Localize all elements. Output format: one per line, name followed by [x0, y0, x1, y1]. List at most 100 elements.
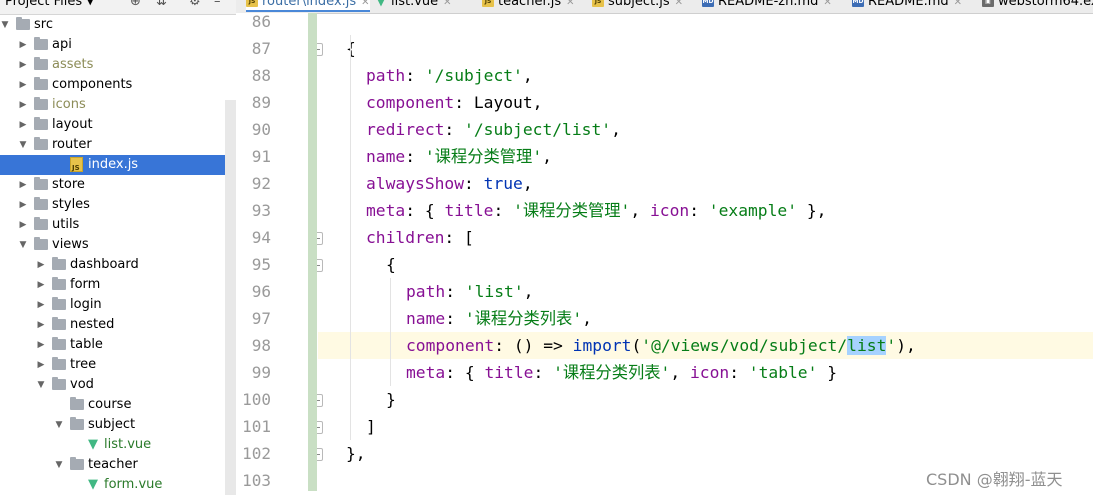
code-content: } [386, 386, 396, 413]
chevron-right-icon[interactable]: ▶ [18, 215, 28, 235]
chevron-down-icon[interactable]: ▼ [86, 0, 94, 7]
chevron-right-icon[interactable]: ▶ [36, 315, 46, 335]
code-token: : [405, 66, 425, 85]
tree-item-list-vue[interactable]: ▼ list.vue [0, 435, 236, 455]
chevron-right-icon[interactable]: ▶ [36, 355, 46, 375]
code-token: icon [689, 363, 730, 382]
tree-item-course[interactable]: course [0, 395, 236, 415]
code-token: '课程分类管理' [513, 201, 631, 220]
close-icon[interactable]: ✕ [954, 0, 962, 8]
code-token: component [366, 93, 455, 112]
code-line[interactable]: meta: { title: '课程分类管理', icon: 'example'… [318, 197, 1093, 224]
chevron-right-icon[interactable]: ▶ [18, 55, 28, 75]
code-line[interactable]: path: 'list', [318, 278, 1093, 305]
tree-item-label: styles [52, 197, 90, 212]
code-line[interactable]: children: [ [318, 224, 1093, 251]
tree-item-form[interactable]: ▶ form [0, 275, 236, 295]
project-tree: ▼ src ▶ api ▶ assets ▶ components ▶ icons ▶ layout ▼… [0, 15, 236, 495]
tree-item-form-vue[interactable]: ▼ form.vue [0, 475, 236, 495]
code-line[interactable]: { [318, 251, 1093, 278]
code-line[interactable]: { [318, 35, 1093, 62]
code-line[interactable]: component: Layout, [318, 89, 1093, 116]
tree-item-store[interactable]: ▶ store [0, 175, 236, 195]
code-line[interactable]: } [318, 386, 1093, 413]
close-icon[interactable]: ✕ [443, 0, 451, 8]
code-content: redirect: '/subject/list', [366, 116, 621, 143]
tree-item-icons[interactable]: ▶ icons [0, 95, 236, 115]
tree-item-views[interactable]: ▼ views [0, 235, 236, 255]
tree-item-nested[interactable]: ▶ nested [0, 315, 236, 335]
chevron-right-icon[interactable]: ▶ [36, 295, 46, 315]
code-editor[interactable]: {path: '/subject',component: Layout,redi… [318, 13, 1093, 495]
locate-icon[interactable]: ⊕ [130, 0, 141, 9]
code-line[interactable]: name: '课程分类管理', [318, 143, 1093, 170]
tree-item-label: store [52, 177, 85, 192]
tree-item-label: icons [52, 97, 86, 112]
chevron-right-icon[interactable]: ▶ [36, 275, 46, 295]
code-line[interactable] [318, 8, 1093, 35]
code-token: true [483, 174, 523, 193]
tree-item-label: teacher [88, 457, 138, 472]
tree-item-styles[interactable]: ▶ styles [0, 195, 236, 215]
tree-item-router[interactable]: ▼ router [0, 135, 236, 155]
code-line[interactable]: alwaysShow: true, [318, 170, 1093, 197]
tree-item-label: src [34, 17, 53, 32]
md-file-icon: MD [702, 0, 714, 7]
tree-item-index-js[interactable]: JS index.js [0, 155, 236, 175]
close-icon[interactable]: ✕ [823, 0, 831, 8]
chevron-right-icon[interactable]: ▶ [18, 175, 28, 195]
code-token: } [386, 390, 396, 409]
code-line[interactable]: path: '/subject', [318, 62, 1093, 89]
tree-item-src[interactable]: ▼ src [0, 15, 236, 35]
code-line[interactable]: }, [318, 440, 1093, 467]
chevron-down-icon[interactable]: ▼ [36, 375, 46, 395]
hide-icon[interactable]: – [214, 0, 221, 9]
tree-item-login[interactable]: ▶ login [0, 295, 236, 315]
chevron-right-icon[interactable]: ▶ [36, 255, 46, 275]
chevron-right-icon[interactable]: ▶ [18, 115, 28, 135]
tree-item-dashboard[interactable]: ▶ dashboard [0, 255, 236, 275]
folder-icon [70, 417, 84, 430]
chevron-down-icon[interactable]: ▼ [18, 235, 28, 255]
collapse-all-icon[interactable]: ⇊ [156, 0, 167, 9]
code-line[interactable]: name: '课程分类列表', [318, 305, 1093, 332]
gear-icon[interactable]: ⚙ [189, 0, 201, 9]
tree-item-subject[interactable]: ▼ subject [0, 415, 236, 435]
chevron-down-icon[interactable]: ▼ [54, 455, 64, 475]
code-token: alwaysShow [366, 174, 465, 193]
tree-item-label: vod [70, 377, 94, 392]
close-icon[interactable]: ✕ [361, 0, 369, 8]
tree-item-label: index.js [88, 157, 139, 172]
folder-icon [52, 337, 66, 350]
chevron-right-icon[interactable]: ▶ [18, 35, 28, 55]
chevron-right-icon[interactable]: ▶ [18, 75, 28, 95]
vcs-change-marker[interactable] [308, 13, 317, 491]
chevron-right-icon[interactable]: ▶ [18, 95, 28, 115]
js-file-icon: JS [592, 0, 604, 7]
folder-icon [52, 357, 66, 370]
chevron-right-icon[interactable]: ▶ [36, 335, 46, 355]
code-line[interactable]: meta: { title: '课程分类列表', icon: 'table' } [318, 359, 1093, 386]
tree-item-api[interactable]: ▶ api [0, 35, 236, 55]
chevron-down-icon[interactable]: ▼ [0, 15, 10, 35]
tree-item-layout[interactable]: ▶ layout [0, 115, 236, 135]
tree-item-assets[interactable]: ▶ assets [0, 55, 236, 75]
code-line[interactable]: component: () => import('@/views/vod/sub… [318, 332, 1093, 359]
code-token: : { [405, 201, 445, 220]
tree-item-components[interactable]: ▶ components [0, 75, 236, 95]
tree-item-tree[interactable]: ▶ tree [0, 355, 236, 375]
project-panel-scrollbar[interactable] [225, 100, 236, 495]
code-line[interactable]: redirect: '/subject/list', [318, 116, 1093, 143]
chevron-down-icon[interactable]: ▼ [54, 415, 64, 435]
code-line[interactable]: ] [318, 413, 1093, 440]
tree-item-utils[interactable]: ▶ utils [0, 215, 236, 235]
chevron-down-icon[interactable]: ▼ [18, 135, 28, 155]
tree-item-teacher[interactable]: ▼ teacher [0, 455, 236, 475]
project-panel-title[interactable]: Project Files [5, 0, 82, 9]
chevron-right-icon[interactable]: ▶ [18, 195, 28, 215]
close-icon[interactable]: ✕ [675, 0, 683, 8]
code-token: , [630, 201, 650, 220]
tree-item-table[interactable]: ▶ table [0, 335, 236, 355]
tree-item-vod[interactable]: ▼ vod [0, 375, 236, 395]
close-icon[interactable]: ✕ [566, 0, 574, 8]
